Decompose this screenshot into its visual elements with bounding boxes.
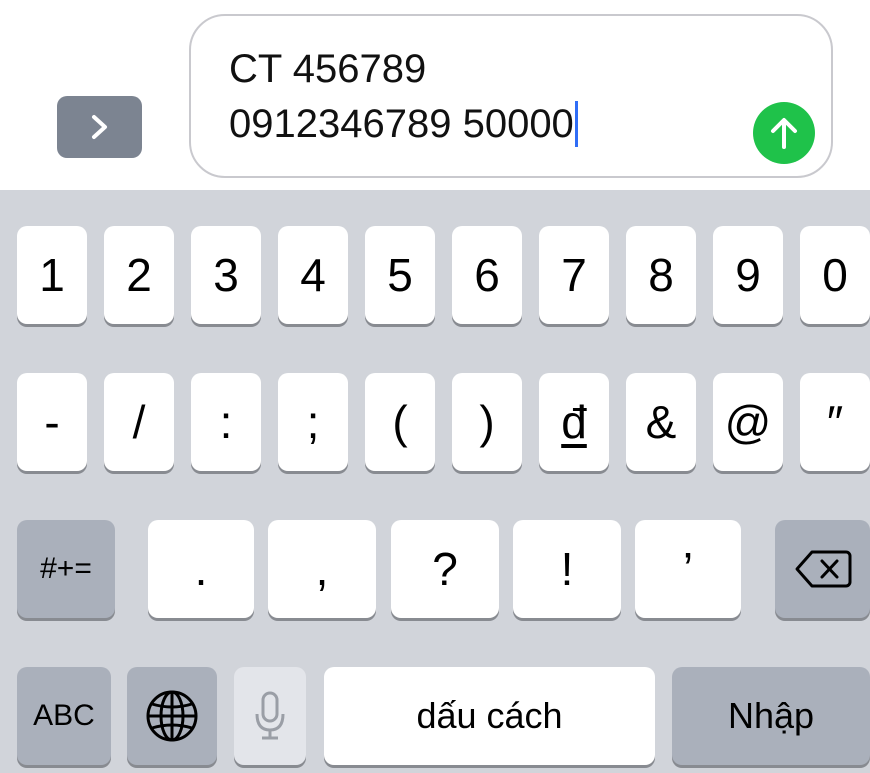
message-input[interactable]: CT 456789 0912346789 50000 <box>189 14 833 178</box>
key-apostrophe[interactable]: ’ <box>635 520 741 618</box>
key-colon[interactable]: : <box>191 373 261 471</box>
dictation-key[interactable] <box>234 667 306 765</box>
text-caret <box>574 101 578 147</box>
key-6[interactable]: 6 <box>452 226 522 324</box>
symbols-toggle-key[interactable]: #+= <box>17 520 115 618</box>
message-text: CT 456789 0912346789 50000 <box>229 42 578 152</box>
globe-icon <box>146 690 198 742</box>
key-7[interactable]: 7 <box>539 226 609 324</box>
enter-key[interactable]: Nhập <box>672 667 870 765</box>
chevron-right-icon <box>91 115 107 139</box>
key-hyphen[interactable]: - <box>17 373 87 471</box>
key-quote[interactable]: ″ <box>800 373 870 471</box>
key-dong[interactable]: đ <box>539 373 609 471</box>
key-slash[interactable]: / <box>104 373 174 471</box>
key-question[interactable]: ? <box>391 520 499 618</box>
key-5[interactable]: 5 <box>365 226 435 324</box>
key-at[interactable]: @ <box>713 373 783 471</box>
key-2[interactable]: 2 <box>104 226 174 324</box>
key-4[interactable]: 4 <box>278 226 348 324</box>
delete-backward-icon <box>795 550 851 588</box>
keyboard: 1 2 3 4 5 6 7 8 9 0 - / : ; ( ) đ & @ ″ … <box>0 190 870 773</box>
message-line-2: 0912346789 50000 <box>229 102 574 146</box>
key-3[interactable]: 3 <box>191 226 261 324</box>
key-exclamation[interactable]: ! <box>513 520 621 618</box>
key-1[interactable]: 1 <box>17 226 87 324</box>
space-key[interactable]: dấu cách <box>324 667 655 765</box>
abc-key[interactable]: ABC <box>17 667 111 765</box>
key-comma[interactable]: , <box>268 520 376 618</box>
send-button[interactable] <box>753 102 815 164</box>
key-0[interactable]: 0 <box>800 226 870 324</box>
compose-bar: CT 456789 0912346789 50000 <box>0 0 870 190</box>
arrow-up-icon <box>771 118 797 149</box>
message-line-1: CT 456789 <box>229 47 427 91</box>
globe-key[interactable] <box>127 667 217 765</box>
key-8[interactable]: 8 <box>626 226 696 324</box>
expand-apps-button[interactable] <box>57 96 142 158</box>
backspace-key[interactable] <box>775 520 870 618</box>
key-period[interactable]: . <box>148 520 254 618</box>
key-open-paren[interactable]: ( <box>365 373 435 471</box>
key-ampersand[interactable]: & <box>626 373 696 471</box>
key-semicolon[interactable]: ; <box>278 373 348 471</box>
microphone-icon <box>255 691 285 740</box>
key-9[interactable]: 9 <box>713 226 783 324</box>
key-close-paren[interactable]: ) <box>452 373 522 471</box>
